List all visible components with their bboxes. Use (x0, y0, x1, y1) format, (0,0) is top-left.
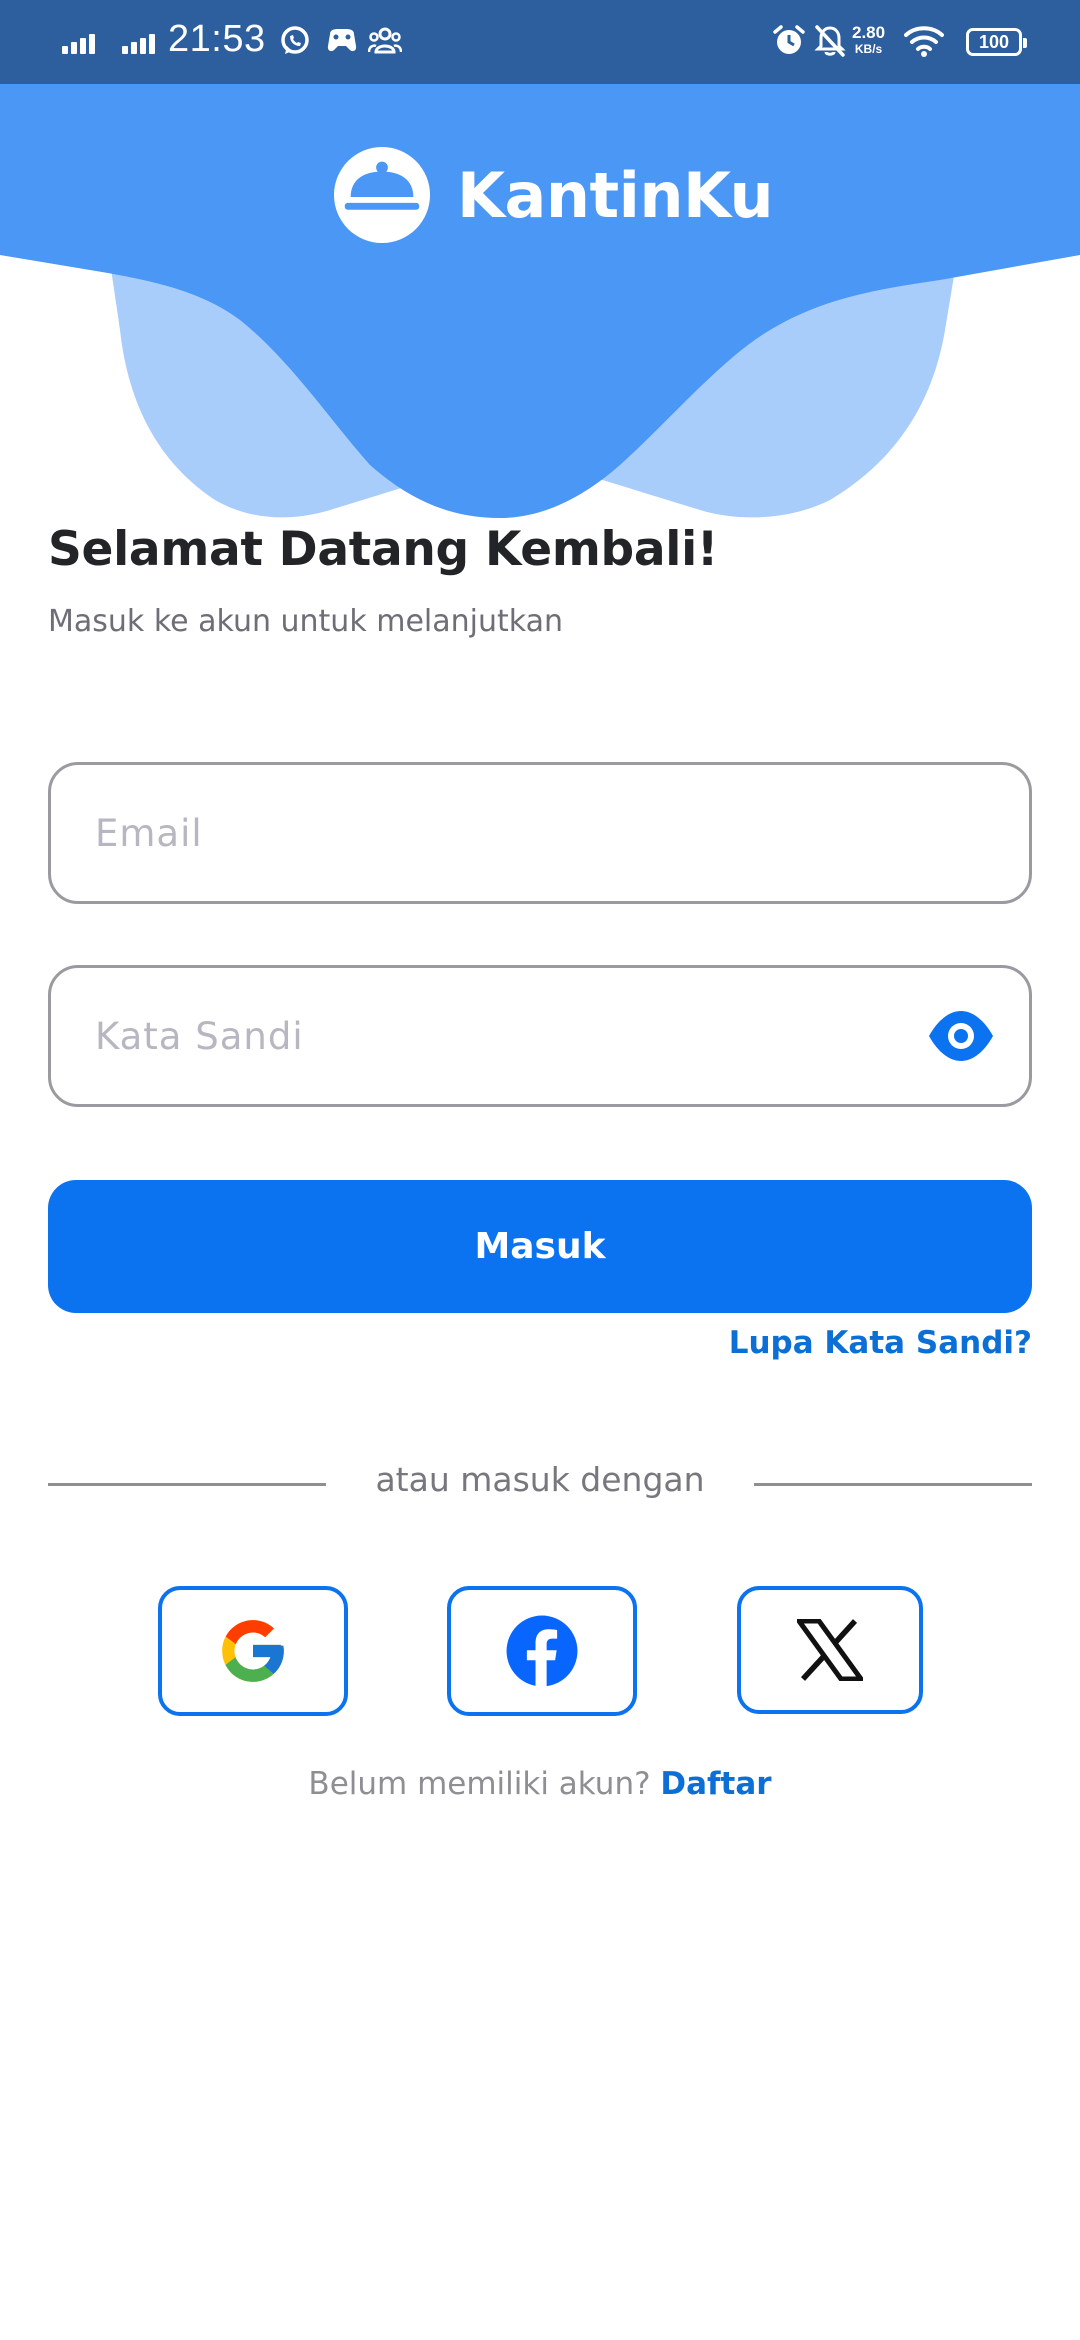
battery-level: 100 (978, 31, 1010, 52)
google-icon (222, 1620, 284, 1682)
signal-icon (122, 30, 162, 54)
email-input[interactable] (95, 765, 935, 901)
whatsapp-icon (278, 24, 312, 58)
x-icon (797, 1619, 863, 1681)
cloche-icon (333, 146, 431, 244)
app-logo: KantinKu (333, 146, 774, 244)
game-icon (326, 26, 358, 56)
status-bar: 21:53 2.80 KB/s 100 (0, 0, 1080, 84)
wifi-icon (904, 24, 944, 58)
login-button[interactable]: Masuk (48, 1180, 1032, 1313)
divider-line-left (48, 1483, 326, 1486)
bell-muted-icon (814, 24, 846, 58)
page-subtitle: Masuk ke akun untuk melanjutkan (48, 604, 563, 639)
eye-icon[interactable] (927, 1008, 995, 1064)
status-time: 21:53 (168, 18, 266, 60)
battery-icon: 100 (966, 28, 1027, 56)
facebook-icon (506, 1615, 578, 1687)
alarm-icon (772, 24, 806, 58)
forgot-password-link[interactable]: Lupa Kata Sandi? (729, 1325, 1032, 1361)
social-divider-label: atau masuk dengan (375, 1460, 705, 1499)
signup-link[interactable]: Daftar (660, 1766, 771, 1802)
signup-prompt: Belum memiliki akun? (308, 1766, 651, 1802)
signup-row: Belum memiliki akun? Daftar (0, 1766, 1080, 1802)
x-login-button[interactable] (737, 1586, 923, 1714)
page-title: Selamat Datang Kembali! (48, 522, 719, 577)
signal-icon (62, 30, 102, 54)
facebook-login-button[interactable] (447, 1586, 637, 1716)
network-speed-value: 2.80 (852, 23, 886, 42)
divider-line-right (754, 1483, 1032, 1486)
email-field[interactable] (48, 762, 1032, 904)
password-field[interactable] (48, 965, 1032, 1107)
network-speed-unit: KB/s (854, 42, 883, 56)
google-login-button[interactable] (158, 1586, 348, 1716)
password-input[interactable] (95, 968, 935, 1104)
network-speed: 2.80 KB/s (852, 24, 885, 55)
group-icon (368, 26, 402, 56)
app-title: KantinKu (457, 158, 774, 232)
